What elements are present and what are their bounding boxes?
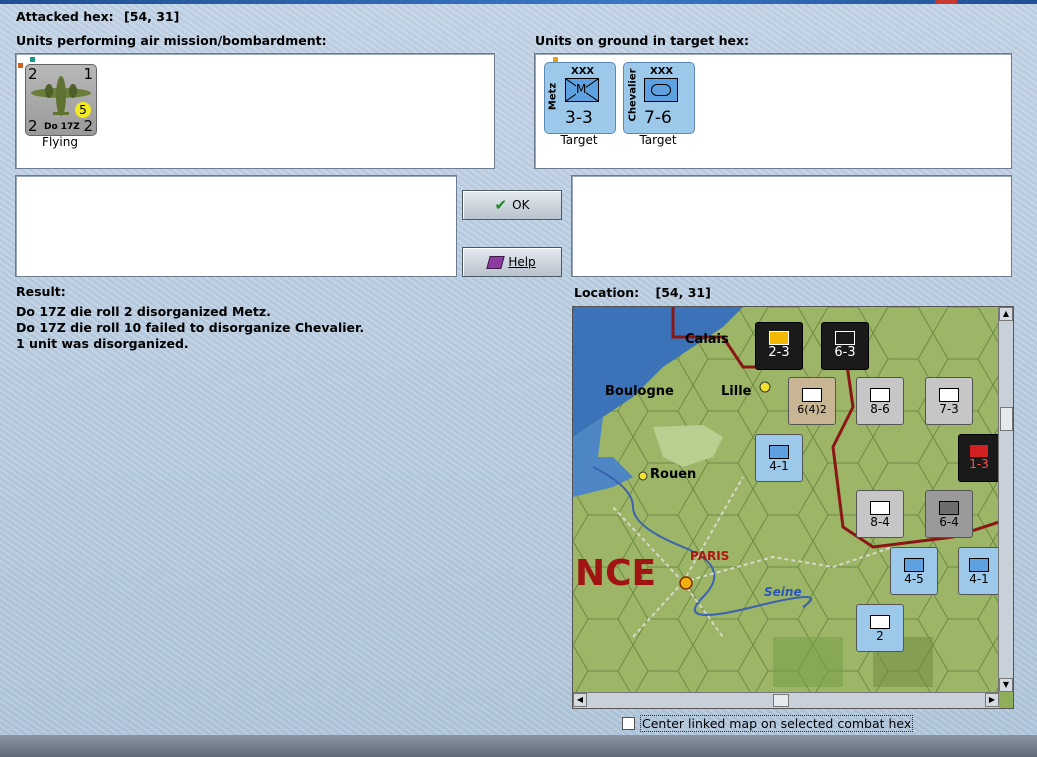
ground-unit-metz[interactable]: XXX Metz M 3-3 [544, 62, 616, 134]
result-text: Do 17Z die roll 2 disorganized Metz. Do … [16, 304, 364, 352]
counter-strength: 6(4)2 [797, 403, 827, 416]
map-label-boulogne: Boulogne [605, 384, 674, 399]
map-counter[interactable]: 7-3 [925, 377, 973, 425]
unit-size-label: XXX [571, 66, 595, 77]
unit-range-badge: 5 [75, 102, 91, 118]
map-counter[interactable]: 1-3 [958, 434, 1000, 482]
counter-strength: 4-1 [969, 572, 989, 586]
map-label-rouen: Rouen [650, 467, 697, 482]
map-counter[interactable]: 8-4 [856, 490, 904, 538]
counter-strength: 1-3 [969, 457, 989, 471]
horizontal-scroll-thumb[interactable] [773, 694, 789, 707]
attacked-hex-heading: Attacked hex: [54, 31] [16, 9, 179, 24]
scroll-left-icon[interactable]: ◀ [573, 693, 587, 707]
unit-bottom-left-value: 2 [28, 117, 38, 135]
location-value: [54, 31] [655, 285, 711, 300]
air-units-title: Units performing air mission/bombardment… [16, 33, 327, 48]
attacker-details-panel [15, 175, 457, 277]
scroll-down-icon[interactable]: ▼ [999, 678, 1013, 692]
result-line: Do 17Z die roll 10 failed to disorganize… [16, 320, 365, 335]
unit-strength: 3-3 [565, 108, 593, 128]
map-counter[interactable]: 4-5 [890, 547, 938, 595]
counter-strength: 4-1 [769, 459, 789, 473]
unit-name: Metz [547, 82, 559, 111]
counter-strength: 6-3 [834, 345, 856, 360]
unit-top-right-value: 1 [83, 65, 93, 83]
result-label: Result: [16, 284, 66, 299]
unit-strength: 7-6 [644, 108, 672, 128]
scroll-up-icon[interactable]: ▲ [999, 307, 1013, 321]
counter-strength: 4-5 [904, 572, 924, 586]
map-counter[interactable]: 2-3 [755, 322, 803, 370]
map-label-calais: Calais [685, 332, 729, 347]
help-book-icon [486, 255, 506, 269]
map-counter[interactable]: 4-1 [755, 434, 803, 482]
center-map-checkbox-label: Center linked map on selected combat hex [640, 715, 914, 732]
ground-units-title: Units on ground in target hex: [535, 33, 750, 48]
attacked-hex-label: Attacked hex: [16, 9, 114, 24]
unit-status-caption: Target [639, 133, 677, 147]
selection-marker-icon [18, 63, 23, 68]
scroll-right-icon[interactable]: ▶ [985, 693, 999, 707]
status-marker-icon [30, 57, 35, 62]
map-label-lille: Lille [721, 384, 752, 399]
checkmark-icon: ✔ [494, 196, 508, 214]
map-counter[interactable]: 4-1 [958, 547, 1000, 595]
ground-unit-chevalier[interactable]: XXX Chevalier 7-6 [623, 62, 695, 134]
counter-strength: 2 [876, 629, 884, 643]
air-unit-counter[interactable]: 2 1 2 2 Do 17Z 5 [25, 64, 97, 136]
mechanized-unit-symbol-icon: M [565, 78, 599, 102]
center-map-checkbox[interactable] [622, 717, 635, 730]
center-map-option[interactable]: Center linked map on selected combat hex [622, 715, 914, 732]
attacked-hex-value: [54, 31] [124, 9, 180, 24]
map-counter[interactable]: 6-3 [821, 322, 869, 370]
counter-strength: 2-3 [768, 345, 790, 360]
armor-unit-symbol-icon [644, 78, 678, 102]
unit-size-label: XXX [650, 66, 674, 77]
map-counter[interactable]: 6-4 [925, 490, 973, 538]
window-title-strip [0, 0, 1037, 4]
map-label-seine: Seine [764, 585, 802, 599]
unit-name: Do 17Z [44, 122, 80, 132]
help-button[interactable]: Help [462, 247, 562, 277]
ok-button-label: OK [512, 198, 530, 212]
map-counter[interactable]: 6(4)2 [788, 377, 836, 425]
unit-status-caption: Target [560, 133, 598, 147]
ground-units-list: XXX Metz M 3-3 Target XXX Chevalier 7-6 … [534, 53, 1012, 169]
result-line: Do 17Z die roll 2 disorganized Metz. [16, 304, 271, 319]
help-button-label: Help [508, 255, 536, 269]
map-vertical-scrollbar[interactable]: ▲ ▼ [998, 307, 1013, 692]
defender-details-panel [571, 175, 1012, 277]
combat-result-dialog: Attacked hex: [54, 31] Units performing … [0, 0, 1037, 757]
unit-name: Chevalier [627, 68, 639, 122]
map-label-paris: PARIS [690, 549, 730, 563]
bottom-frame-edge [0, 735, 1037, 757]
location-heading: Location: [54, 31] [574, 285, 711, 300]
map-label-france: NCE [575, 553, 657, 594]
location-label: Location: [574, 285, 640, 300]
counter-strength: 8-4 [870, 515, 890, 529]
air-units-list: 2 1 2 2 Do 17Z 5 Flying [15, 53, 495, 169]
counter-strength: 8-6 [870, 402, 890, 416]
unit-top-left-value: 2 [28, 65, 38, 83]
vertical-scroll-thumb[interactable] [1000, 407, 1013, 431]
ok-button[interactable]: ✔ OK [462, 190, 562, 220]
map-counter[interactable]: 2 [856, 604, 904, 652]
map-counter[interactable]: 8-6 [856, 377, 904, 425]
location-mini-map[interactable]: Calais Boulogne Lille Rouen PARIS Seine … [572, 306, 1014, 709]
unit-symbol-letter: M [576, 82, 587, 96]
map-horizontal-scrollbar[interactable]: ◀ ▶ [573, 692, 999, 708]
unit-status-caption: Flying [42, 135, 78, 149]
unit-bottom-right-value: 2 [83, 117, 93, 135]
result-line: 1 unit was disorganized. [16, 336, 189, 351]
counter-strength: 7-3 [939, 402, 959, 416]
counter-strength: 6-4 [939, 515, 959, 529]
